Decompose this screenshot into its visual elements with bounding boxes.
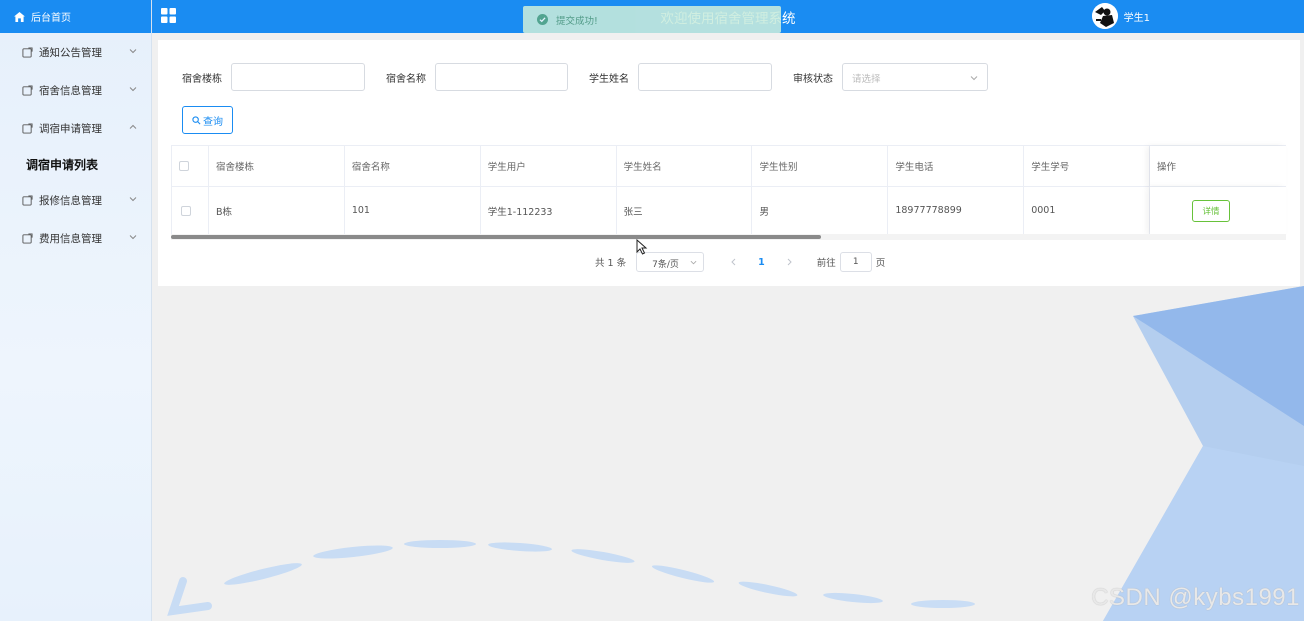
row-select-cell bbox=[172, 187, 209, 235]
document-icon bbox=[22, 46, 33, 58]
building-label: 宿舍楼栋 bbox=[182, 74, 222, 85]
detail-button[interactable]: 详情 bbox=[1192, 199, 1230, 222]
sidebar-home-label: 后台首页 bbox=[31, 13, 71, 24]
cell-phone: 18977778899 bbox=[888, 187, 1025, 235]
avatar-image bbox=[1091, 3, 1118, 29]
status-placeholder: 请选择 bbox=[852, 74, 881, 85]
user-menu[interactable]: 学生1 bbox=[1091, 3, 1150, 29]
cell-user: 学生1-112233 bbox=[480, 187, 617, 235]
avatar[interactable] bbox=[1091, 3, 1118, 29]
sidebar: 后台首页 通知公告管理 宿舍信息管理 调宿申请管理 调宿申请列表 报修信息管理 … bbox=[0, 0, 152, 621]
search-form: 宿舍楼栋 宿舍名称 学生姓名 审核状态 请选择 bbox=[158, 63, 1300, 91]
success-toast: 提交成功! bbox=[523, 6, 781, 33]
chevron-right-icon bbox=[787, 258, 792, 266]
table-header-cell: 操作 bbox=[1150, 146, 1286, 187]
chevron-down-icon bbox=[129, 87, 137, 92]
sidebar-home[interactable]: 后台首页 bbox=[0, 0, 151, 33]
chevron-down-icon bbox=[129, 49, 137, 54]
sidebar-item-label: 报修信息管理 bbox=[39, 194, 102, 207]
pagination: 共 1 条 7条/页 1 前往 1 页 bbox=[595, 252, 885, 272]
query-button-label: 查询 bbox=[203, 116, 223, 128]
horizontal-scrollbar[interactable] bbox=[171, 234, 1286, 240]
pagination-total: 共 1 条 bbox=[595, 258, 627, 269]
sidebar-item-notice[interactable]: 通知公告管理 bbox=[0, 33, 151, 71]
chevron-down-icon bbox=[129, 235, 137, 240]
table-header-cell[interactable]: 宿舍楼栋 bbox=[208, 146, 345, 187]
mouse-cursor bbox=[636, 239, 648, 255]
chevron-up-icon bbox=[129, 124, 137, 129]
sidebar-subitem-transfer-list[interactable]: 调宿申请列表 bbox=[0, 147, 151, 181]
prev-page-button[interactable] bbox=[726, 255, 740, 269]
document-icon bbox=[22, 122, 33, 134]
sidebar-item-label: 调宿申请管理 bbox=[39, 122, 102, 135]
page-size-value: 7条/页 bbox=[652, 260, 679, 270]
document-icon bbox=[22, 84, 33, 96]
sidebar-item-repair[interactable]: 报修信息管理 bbox=[0, 181, 151, 219]
table-header-cell[interactable]: 宿舍名称 bbox=[344, 146, 481, 187]
sidebar-item-fee[interactable]: 费用信息管理 bbox=[0, 219, 151, 257]
chevron-left-icon bbox=[730, 258, 735, 266]
goto-page-input[interactable]: 1 bbox=[839, 252, 872, 272]
document-icon bbox=[22, 232, 33, 244]
goto-prefix: 前往 bbox=[816, 258, 836, 269]
sidebar-item-dorm[interactable]: 宿舍信息管理 bbox=[0, 71, 151, 109]
scrollbar-thumb[interactable] bbox=[171, 235, 821, 239]
table-header-cell[interactable]: 学生姓名 bbox=[616, 146, 753, 187]
cell-building: B栋 bbox=[208, 187, 345, 235]
chevron-down-icon bbox=[970, 76, 978, 81]
sidebar-item-label: 宿舍信息管理 bbox=[39, 84, 102, 97]
chevron-down-icon bbox=[690, 260, 697, 265]
data-table: 宿舍楼栋 宿舍名称 学生用户 学生姓名 学生性别 学生电话 学生学号 操作 B栋… bbox=[171, 145, 1286, 235]
cell-student-no: 0001 bbox=[1024, 187, 1151, 235]
student-name-input[interactable] bbox=[638, 63, 772, 91]
select-all-cell bbox=[172, 146, 209, 187]
student-name-label: 学生姓名 bbox=[589, 74, 629, 85]
status-select[interactable]: 请选择 bbox=[842, 63, 988, 91]
operation-cell: 详情 bbox=[1150, 187, 1286, 235]
cell-room: 101 bbox=[344, 187, 481, 235]
page-number-current[interactable]: 1 bbox=[758, 257, 765, 268]
sidebar-subitem-label: 调宿申请列表 bbox=[26, 157, 99, 172]
query-button[interactable]: 查询 bbox=[182, 106, 233, 134]
search-icon bbox=[192, 115, 201, 124]
table-header-cell[interactable]: 学生学号 bbox=[1024, 146, 1151, 187]
status-label: 审核状态 bbox=[793, 74, 833, 85]
table-row: B栋 101 学生1-112233 张三 男 18977778899 0001 … bbox=[172, 187, 1286, 235]
action-cell: 详情 bbox=[1150, 187, 1286, 235]
check-circle-icon bbox=[537, 14, 548, 25]
sidebar-item-transfer[interactable]: 调宿申请管理 bbox=[0, 109, 151, 147]
chevron-down-icon bbox=[129, 197, 137, 202]
background-decoration bbox=[167, 286, 1304, 621]
goto-suffix: 页 bbox=[875, 258, 886, 269]
table-header-cell[interactable]: 学生性别 bbox=[752, 146, 889, 187]
room-label: 宿舍名称 bbox=[386, 74, 426, 85]
home-icon bbox=[14, 11, 25, 22]
watermark: CSDN @kybs1991 bbox=[1091, 584, 1300, 611]
table-header-cell[interactable]: 学生用户 bbox=[480, 146, 617, 187]
building-input[interactable] bbox=[231, 63, 365, 91]
page-size-select[interactable]: 7条/页 bbox=[636, 252, 705, 272]
select-all-checkbox[interactable] bbox=[179, 161, 189, 171]
room-input[interactable] bbox=[435, 63, 568, 91]
row-checkbox[interactable] bbox=[181, 205, 191, 216]
operation-header: 操作 bbox=[1150, 146, 1286, 187]
cell-gender: 男 bbox=[752, 187, 889, 235]
table-header-row: 宿舍楼栋 宿舍名称 学生用户 学生姓名 学生性别 学生电话 学生学号 操作 bbox=[172, 146, 1286, 187]
next-page-button[interactable] bbox=[783, 255, 797, 269]
user-name: 学生1 bbox=[1123, 12, 1150, 24]
toast-message: 提交成功! bbox=[556, 15, 598, 27]
table-header-cell[interactable]: 学生电话 bbox=[888, 146, 1025, 187]
cell-name: 张三 bbox=[616, 187, 753, 235]
sidebar-item-label: 费用信息管理 bbox=[39, 232, 102, 245]
main-panel: 宿舍楼栋 宿舍名称 学生姓名 审核状态 请选择 查询 宿舍楼栋 宿舍名称 学生用… bbox=[158, 40, 1300, 286]
document-icon bbox=[22, 194, 33, 206]
sidebar-item-label: 通知公告管理 bbox=[39, 46, 102, 59]
